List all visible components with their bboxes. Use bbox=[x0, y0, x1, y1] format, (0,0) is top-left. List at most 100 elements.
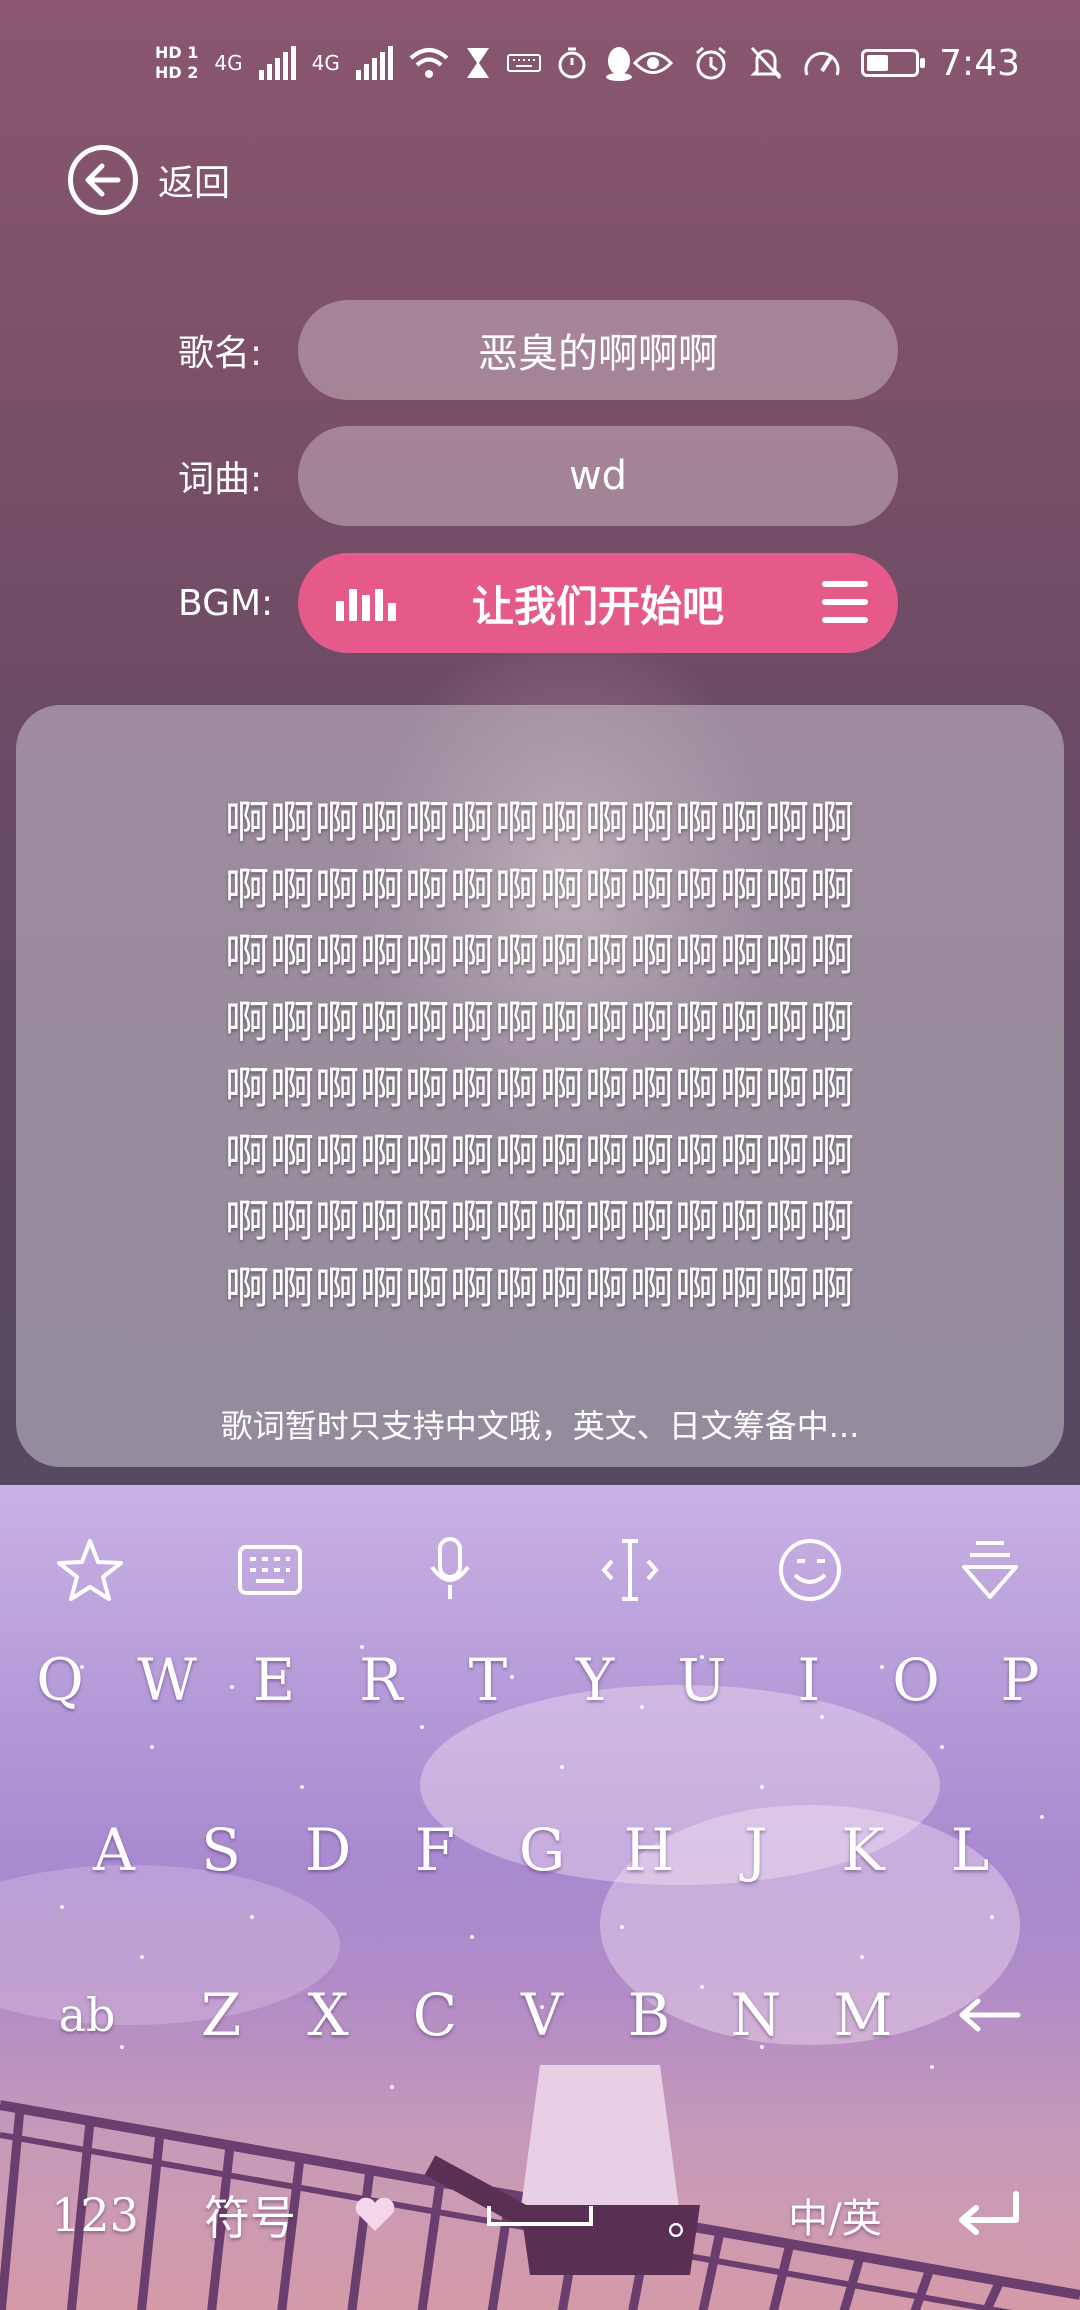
key-row-2: A S D F G H J K L bbox=[0, 1795, 1080, 1905]
key-r[interactable]: R bbox=[331, 1625, 431, 1735]
sim-badges: HD 1 HD 2 bbox=[155, 43, 198, 83]
network1-label: 4G bbox=[214, 51, 243, 75]
numbers-key[interactable]: 123 bbox=[35, 2160, 155, 2270]
mute-icon bbox=[750, 46, 782, 80]
key-row-4: 123 符号 。 中/英 bbox=[0, 2160, 1080, 2270]
microphone-icon[interactable] bbox=[405, 1525, 495, 1615]
keyboard-icon[interactable] bbox=[225, 1525, 315, 1615]
back-arrow-icon bbox=[68, 145, 138, 215]
lyrics-card[interactable]: 啊啊啊啊啊啊啊啊啊啊啊啊啊啊 啊啊啊啊啊啊啊啊啊啊啊啊啊啊 啊啊啊啊啊啊啊啊啊啊… bbox=[16, 705, 1064, 1467]
key-y[interactable]: Y bbox=[545, 1625, 645, 1735]
lyrics-line: 啊啊啊啊啊啊啊啊啊啊啊啊啊啊 bbox=[225, 1129, 855, 1181]
keyboard-icon bbox=[506, 54, 541, 72]
back-label: 返回 bbox=[158, 163, 231, 204]
status-bar: HD 1 HD 2 4G 4G 7:43 bbox=[0, 0, 1080, 120]
key-u[interactable]: U bbox=[652, 1625, 752, 1735]
bgm-selector[interactable]: 让我们开始吧 bbox=[298, 553, 898, 653]
lyrics-line: 啊啊啊啊啊啊啊啊啊啊啊啊啊啊 bbox=[225, 1196, 855, 1247]
status-left: HD 1 HD 2 4G 4G bbox=[155, 28, 635, 98]
star-dot bbox=[990, 1915, 994, 1919]
key-i[interactable]: I bbox=[759, 1625, 859, 1735]
key-l[interactable]: L bbox=[920, 1795, 1020, 1905]
key-h[interactable]: H bbox=[599, 1795, 699, 1905]
symbols-key[interactable]: 符号 bbox=[195, 2160, 305, 2270]
star-dot bbox=[560, 1765, 564, 1769]
star-dot bbox=[250, 1915, 254, 1919]
cursor-icon[interactable] bbox=[585, 1525, 675, 1615]
clock: 7:43 bbox=[939, 42, 1020, 84]
key-j[interactable]: J bbox=[706, 1795, 806, 1905]
wifi-icon bbox=[409, 48, 449, 78]
key-f[interactable]: F bbox=[385, 1795, 485, 1905]
lyrics-text[interactable]: 啊啊啊啊啊啊啊啊啊啊啊啊啊啊 啊啊啊啊啊啊啊啊啊啊啊啊啊啊 啊啊啊啊啊啊啊啊啊啊… bbox=[16, 790, 1064, 1322]
backspace-key[interactable] bbox=[940, 1960, 1040, 2070]
backspace-icon bbox=[959, 1998, 1021, 2032]
battery-icon bbox=[861, 49, 926, 77]
period-key[interactable]: 。 bbox=[650, 2160, 730, 2270]
back-button[interactable]: 返回 bbox=[68, 145, 230, 215]
key-c[interactable]: C bbox=[385, 1960, 485, 2070]
key-m[interactable]: M bbox=[813, 1960, 913, 2070]
lyricist-input[interactable]: wd bbox=[298, 426, 898, 526]
star-dot bbox=[620, 1925, 624, 1929]
language-toggle-key[interactable]: 中/英 bbox=[775, 2160, 895, 2270]
star-icon[interactable] bbox=[45, 1525, 135, 1615]
star-dot bbox=[860, 1955, 864, 1959]
space-key[interactable] bbox=[480, 2160, 600, 2270]
shift-key[interactable]: ab bbox=[37, 1960, 137, 2070]
hourglass-icon bbox=[466, 48, 489, 78]
key-s[interactable]: S bbox=[171, 1795, 271, 1905]
lyrics-line: 啊啊啊啊啊啊啊啊啊啊啊啊啊啊 bbox=[225, 863, 855, 915]
sim1-badge: HD 1 bbox=[155, 43, 199, 62]
bgm-label: BGM: bbox=[178, 582, 274, 624]
stopwatch-icon bbox=[558, 47, 586, 79]
key-a[interactable]: A bbox=[64, 1795, 164, 1905]
battery-fill bbox=[867, 55, 889, 71]
lyricist-label: 词曲: bbox=[178, 459, 263, 500]
lyrics-line: 啊啊啊啊啊啊啊啊啊啊啊啊啊啊 bbox=[225, 930, 855, 981]
bgm-row: BGM: 让我们开始吧 bbox=[178, 553, 898, 653]
bgm-title: 让我们开始吧 bbox=[471, 581, 724, 631]
lyrics-line: 啊啊啊啊啊啊啊啊啊啊啊啊啊啊 bbox=[225, 797, 855, 848]
lyrics-line: 啊啊啊啊啊啊啊啊啊啊啊啊啊啊 bbox=[225, 1262, 855, 1314]
keyboard[interactable]: Q W E R T Y U I O P A S D F G H J K L ab… bbox=[0, 1485, 1080, 2310]
star-dot bbox=[300, 1785, 304, 1789]
collapse-icon[interactable] bbox=[945, 1525, 1035, 1615]
key-q[interactable]: Q bbox=[10, 1625, 110, 1735]
key-d[interactable]: D bbox=[278, 1795, 378, 1905]
network2-label: 4G bbox=[311, 51, 340, 75]
emoji-icon[interactable] bbox=[765, 1525, 855, 1615]
song-row: 歌名: 恶臭的啊啊啊 bbox=[178, 300, 898, 400]
star-dot bbox=[940, 1745, 944, 1749]
key-w[interactable]: W bbox=[117, 1625, 217, 1735]
key-e[interactable]: E bbox=[224, 1625, 324, 1735]
key-z[interactable]: Z bbox=[171, 1960, 271, 2070]
key-b[interactable]: B bbox=[599, 1960, 699, 2070]
key-x[interactable]: X bbox=[278, 1960, 378, 2070]
speed-icon bbox=[804, 52, 840, 76]
star-dot bbox=[140, 1955, 144, 1959]
signal-icon bbox=[258, 46, 296, 80]
key-row-3: ab Z X C V B N M bbox=[0, 1960, 1080, 2070]
lyrics-line: 啊啊啊啊啊啊啊啊啊啊啊啊啊啊 bbox=[225, 1063, 855, 1114]
key-n[interactable]: N bbox=[706, 1960, 806, 2070]
key-t[interactable]: T bbox=[438, 1625, 538, 1735]
emoji-heart-key[interactable] bbox=[330, 2160, 420, 2270]
signal-icon bbox=[355, 46, 393, 80]
qq-icon bbox=[605, 47, 632, 81]
equalizer-icon bbox=[336, 589, 396, 621]
key-g[interactable]: G bbox=[492, 1795, 592, 1905]
enter-key[interactable] bbox=[940, 2160, 1040, 2270]
key-v[interactable]: V bbox=[492, 1960, 592, 2070]
menu-icon[interactable] bbox=[822, 581, 868, 623]
sim2-badge: HD 2 bbox=[155, 63, 199, 82]
lyricist-row: 词曲: wd bbox=[178, 426, 898, 526]
key-row-1: Q W E R T Y U I O P bbox=[0, 1625, 1080, 1735]
alarm-icon bbox=[696, 46, 727, 80]
star-dot bbox=[760, 1785, 764, 1789]
key-o[interactable]: O bbox=[866, 1625, 966, 1735]
key-p[interactable]: P bbox=[970, 1625, 1070, 1735]
space-bar-icon bbox=[487, 2206, 593, 2226]
song-name-input[interactable]: 恶臭的啊啊啊 bbox=[298, 300, 898, 400]
key-k[interactable]: K bbox=[813, 1795, 913, 1905]
